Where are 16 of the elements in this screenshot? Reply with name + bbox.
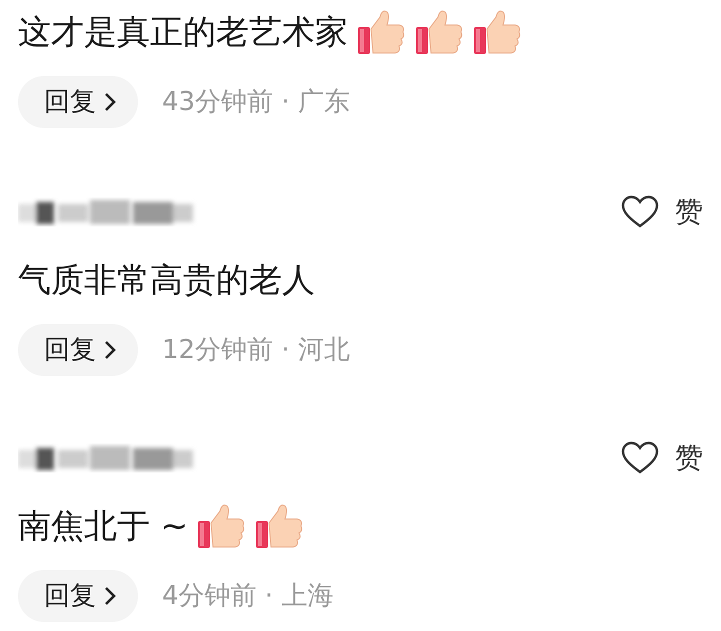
comment-meta: 12分钟前 · 河北 bbox=[162, 334, 350, 366]
comment-meta: 4分钟前 · 上海 bbox=[162, 580, 334, 612]
like-button[interactable]: 赞 bbox=[621, 191, 703, 233]
like-button[interactable]: 赞 bbox=[621, 437, 703, 479]
chevron-icon bbox=[104, 340, 116, 360]
comment-text: 这才是真正的老艺术家 bbox=[18, 11, 348, 53]
chevron-icon bbox=[104, 92, 116, 112]
chevron-icon bbox=[104, 586, 116, 606]
comment-meta: 43分钟前 · 广东 bbox=[162, 86, 350, 118]
reply-button[interactable]: 回复 bbox=[18, 324, 138, 376]
comment-text: 南焦北于 ~ bbox=[18, 505, 188, 547]
reply-button[interactable]: 回复 bbox=[18, 570, 138, 622]
heart-icon bbox=[621, 441, 659, 475]
comment-text: 气质非常高贵的老人 bbox=[18, 259, 315, 301]
heart-icon bbox=[621, 195, 659, 229]
reply-button[interactable]: 回复 bbox=[18, 76, 138, 128]
